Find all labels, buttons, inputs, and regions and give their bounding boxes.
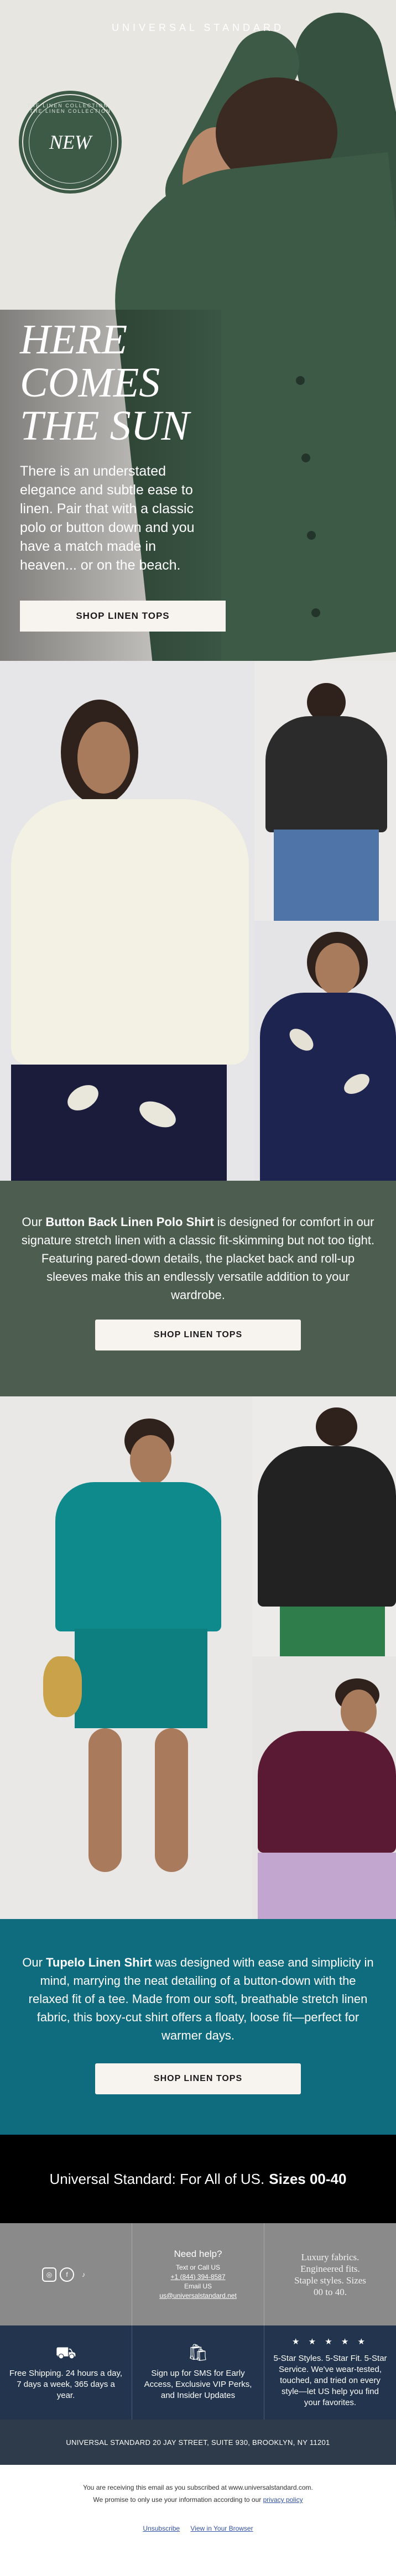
- email-root: UNIVERSAL STANDARD THE LINEN COLLECTION …: [0, 0, 396, 2573]
- photo-face: [341, 1689, 377, 1734]
- sizes-text: Sizes 00-40: [269, 2170, 347, 2187]
- text-fragment: Our: [22, 1215, 46, 1229]
- tagline-block: Luxury fabrics. Engineered fits. Staple …: [264, 2223, 396, 2325]
- perks-band: ⛟ Free Shipping. 24 hours a day, 7 days …: [0, 2325, 396, 2419]
- product-name[interactable]: Button Back Linen Polo Shirt: [45, 1215, 213, 1229]
- shop-linen-tops-button[interactable]: SHOP LINEN TOPS: [95, 2063, 301, 2094]
- photo-face: [130, 1435, 171, 1485]
- help-text: Text or Call US: [175, 2263, 221, 2271]
- brand-tagline: Luxury fabrics. Engineered fits. Staple …: [294, 2251, 366, 2297]
- perk-shipping[interactable]: ⛟ Free Shipping. 24 hours a day, 7 days …: [0, 2325, 132, 2419]
- legal-text: We promise to only use your information …: [93, 2496, 263, 2504]
- perk-text: Sign up for SMS for Early Access, Exclus…: [144, 2369, 252, 2400]
- social-links: ◎ f ♪: [0, 2223, 132, 2325]
- footer-links: Unsubscribe View in Your Browser: [0, 2522, 396, 2535]
- photo-face: [77, 722, 130, 794]
- stars-icon: ★ ★ ★ ★ ★: [292, 2337, 368, 2346]
- perk-reviews[interactable]: ★ ★ ★ ★ ★ 5-Star Styles. 5-Star Fit. 5-S…: [264, 2325, 396, 2419]
- polo-photo-grid: [0, 661, 396, 1181]
- inclusive-sizing-banner: Universal Standard: For All of US. Sizes…: [0, 2135, 396, 2223]
- facebook-icon[interactable]: f: [60, 2267, 74, 2282]
- photo-teal-shorts: [75, 1629, 207, 1728]
- shirt-button: [307, 531, 316, 540]
- photo-teal-shirt: [55, 1482, 221, 1631]
- photo-white-polo: [11, 799, 249, 1065]
- tiktok-icon[interactable]: ♪: [77, 2269, 90, 2281]
- legal-line: You are receiving this email as you subs…: [83, 2484, 313, 2491]
- legal-line: We promise to only use your information …: [0, 2494, 396, 2506]
- email-link[interactable]: us@universalstandard.net: [159, 2292, 237, 2299]
- instagram-icon[interactable]: ◎: [42, 2267, 56, 2282]
- inclusive-text: Universal Standard: For All of US.: [49, 2170, 265, 2187]
- shopping-bag-icon: 🛍: [187, 2344, 209, 2362]
- brand-logo[interactable]: UNIVERSAL STANDARD: [0, 22, 396, 34]
- headline-line: THE SUN: [20, 403, 190, 449]
- phone-link[interactable]: +1 (844) 394-8587: [170, 2273, 225, 2281]
- unsubscribe-link[interactable]: Unsubscribe: [143, 2525, 180, 2532]
- polo-back-photo[interactable]: [254, 661, 396, 921]
- photo-leg: [88, 1728, 122, 1872]
- perk-text: Free Shipping. 24 hours a day, 7 days a …: [9, 2369, 123, 2400]
- photo-straw-bag: [43, 1656, 82, 1717]
- tupelo-description-section: Our Tupelo Linen Shirt was designed with…: [0, 1919, 396, 2135]
- help-block: Need help? Text or Call US +1 (844) 394-…: [132, 2223, 264, 2325]
- hero-body-text: There is an understated elegance and sub…: [20, 463, 195, 573]
- photo-black-shirt: [258, 1446, 396, 1607]
- polo-description: Our Button Back Linen Polo Shirt is desi…: [21, 1213, 375, 1304]
- headline-line: COMES: [20, 359, 160, 406]
- photo-lilac-bottoms: [258, 1853, 396, 1919]
- product-name[interactable]: Tupelo Linen Shirt: [46, 1956, 152, 1969]
- photo-green-bottoms: [280, 1607, 385, 1656]
- badge-ring-text: THE LINEN COLLECTION · THE LINEN COLLECT…: [27, 103, 114, 114]
- photo-leg: [155, 1728, 188, 1872]
- photo-jeans: [274, 830, 379, 921]
- photo-face: [315, 943, 359, 995]
- photo-printed-pants: [11, 1065, 227, 1181]
- perk-text: 5-Star Styles. 5-Star Fit. 5-Star Servic…: [273, 2354, 387, 2407]
- info-band: ◎ f ♪ Need help? Text or Call US +1 (844…: [0, 2223, 396, 2325]
- shirt-button: [296, 376, 305, 385]
- polo-description-section: Our Button Back Linen Polo Shirt is desi…: [0, 1181, 396, 1396]
- new-collection-badge: THE LINEN COLLECTION · THE LINEN COLLECT…: [22, 94, 118, 190]
- help-title: Need help?: [174, 2248, 222, 2259]
- hero-section: UNIVERSAL STANDARD THE LINEN COLLECTION …: [0, 0, 396, 661]
- perk-sms[interactable]: 🛍 Sign up for SMS for Early Access, Excl…: [132, 2325, 264, 2419]
- privacy-policy-link[interactable]: privacy policy: [263, 2496, 303, 2504]
- photo-black-polo: [265, 716, 387, 832]
- truck-icon: ⛟: [55, 2344, 76, 2362]
- shirt-button: [311, 608, 320, 617]
- photo-plum-shirt: [258, 1731, 396, 1853]
- headline-line: HERE: [20, 316, 128, 363]
- tupelo-main-photo[interactable]: [0, 1396, 252, 1919]
- tupelo-black-photo[interactable]: [252, 1396, 396, 1656]
- help-text: Email US: [184, 2282, 212, 2290]
- shirt-button: [301, 453, 310, 462]
- tupelo-photo-grid: [0, 1396, 396, 1919]
- shop-linen-tops-button[interactable]: SHOP LINEN TOPS: [95, 1320, 301, 1350]
- company-address: UNIVERSAL STANDARD 20 JAY STREET, SUITE …: [0, 2419, 396, 2465]
- photo-navy-polo: [260, 993, 396, 1181]
- view-in-browser-link[interactable]: View in Your Browser: [190, 2525, 253, 2532]
- shop-linen-tops-button[interactable]: SHOP LINEN TOPS: [20, 601, 226, 632]
- tupelo-description: Our Tupelo Linen Shirt was designed with…: [21, 1953, 375, 2045]
- tupelo-plum-photo[interactable]: [252, 1656, 396, 1919]
- legal-footer: You are receiving this email as you subs…: [0, 2465, 396, 2573]
- polo-main-photo[interactable]: [0, 661, 254, 1181]
- hero-headline: HERE COMES THE SUN: [20, 318, 189, 447]
- polo-navy-photo[interactable]: [254, 921, 396, 1181]
- photo-hair: [316, 1407, 357, 1446]
- text-fragment: Our: [22, 1956, 46, 1969]
